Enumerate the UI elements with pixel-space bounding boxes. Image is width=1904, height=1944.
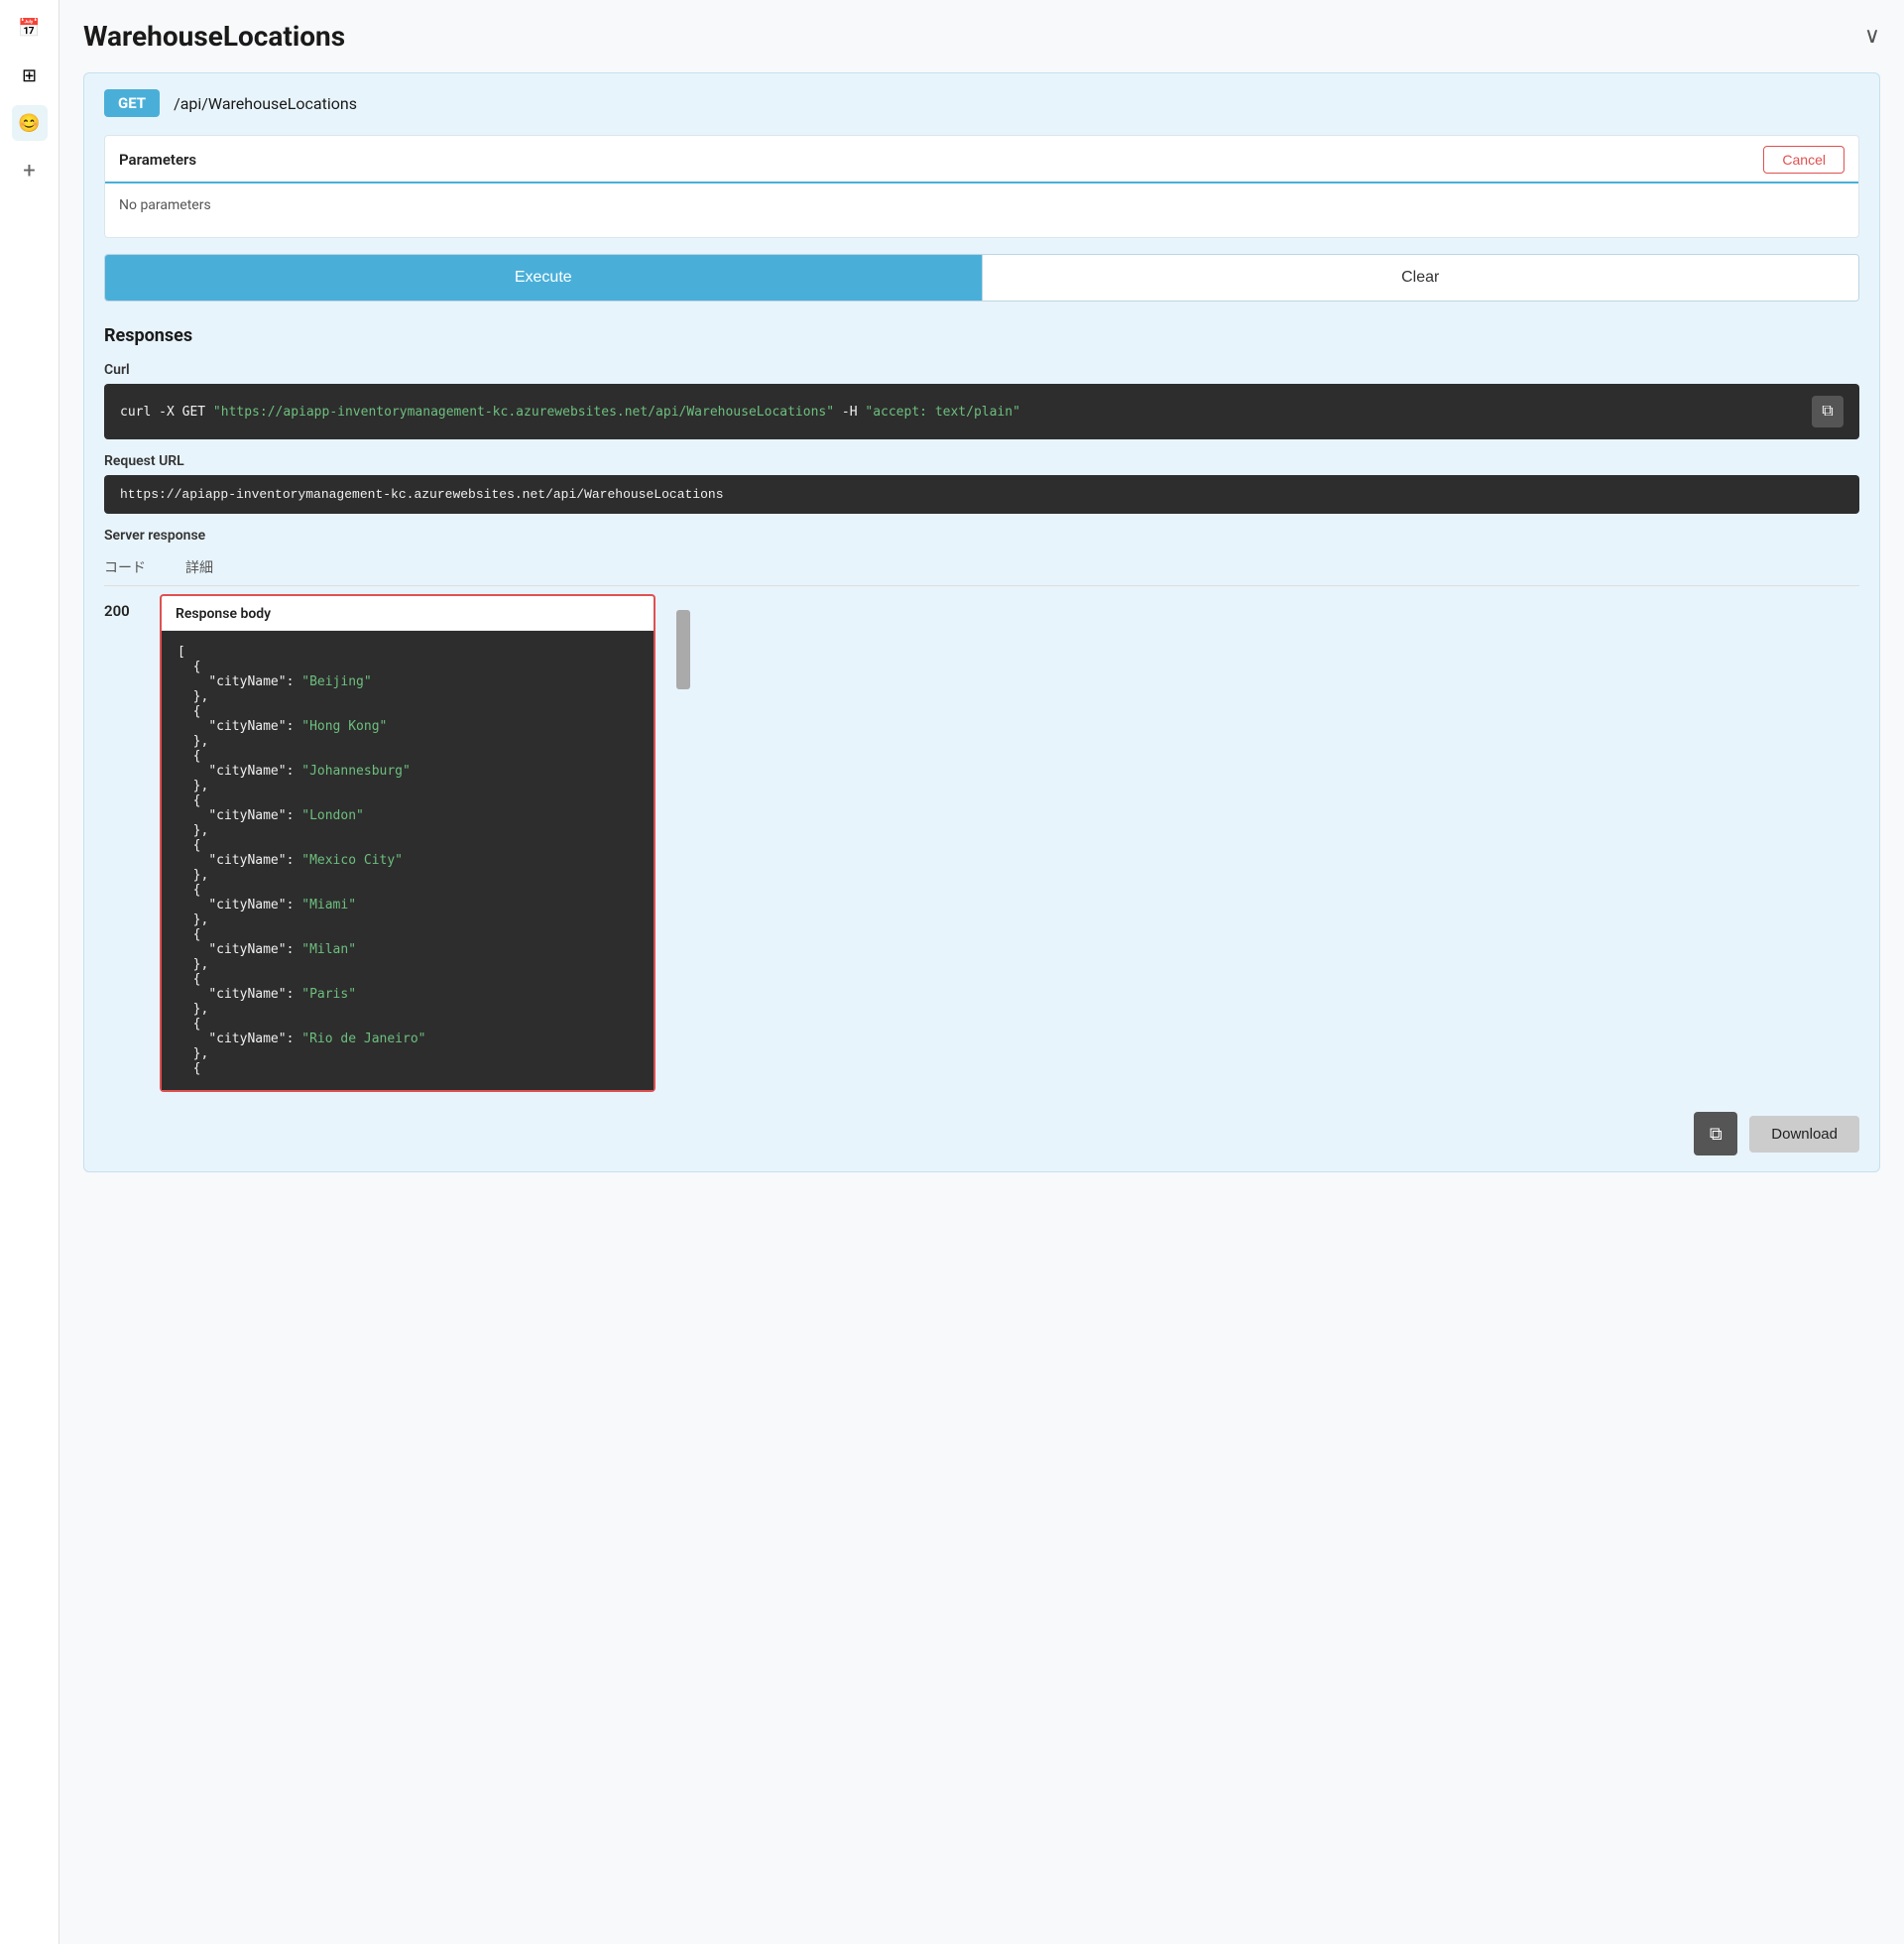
main-content: WarehouseLocations ∨ GET /api/WarehouseL… [60, 0, 1904, 1944]
response-row: 200 Response body [ { "cityName": "Beiji… [104, 594, 1859, 1092]
curl-label: Curl [104, 362, 1859, 378]
curl-block: curl -X GET "https://apiapp-inventoryman… [104, 384, 1859, 439]
response-code: 200 [104, 594, 144, 620]
add-icon[interactable]: + [12, 153, 48, 188]
curl-url: "https://apiapp-inventorymanagement-kc.a… [213, 405, 834, 420]
response-body-code[interactable]: [ { "cityName": "Beijing" }, { "cityName… [162, 631, 654, 1090]
endpoint-row: GET /api/WarehouseLocations [104, 89, 1859, 117]
request-url-text: https://apiapp-inventorymanagement-kc.az… [120, 487, 724, 502]
response-body-panel: Response body [ { "cityName": "Beijing" … [160, 594, 655, 1092]
execute-button[interactable]: Execute [105, 255, 982, 301]
api-panel: GET /api/WarehouseLocations Parameters C… [83, 72, 1880, 1172]
page-header: WarehouseLocations ∨ [83, 20, 1880, 53]
curl-header: "accept: text/plain" [865, 405, 1020, 420]
sidebar-icon-calendar[interactable]: 📅 [12, 10, 48, 46]
endpoint-path: /api/WarehouseLocations [174, 94, 357, 113]
action-row: Execute Clear [104, 254, 1859, 302]
parameters-title: Parameters [119, 151, 196, 169]
request-url-label: Request URL [104, 453, 1859, 469]
response-table-header: コード 詳細 [104, 553, 1859, 586]
col-code-label: コード [104, 557, 146, 577]
sidebar: 📅 ⊞ 😊 + [0, 0, 60, 1944]
download-button[interactable]: Download [1749, 1116, 1859, 1153]
no-parameters-text: No parameters [105, 183, 1858, 227]
curl-copy-button[interactable]: ⧉ [1812, 396, 1844, 427]
copy-icon: ⧉ [1822, 403, 1833, 421]
sidebar-icon-face[interactable]: 😊 [12, 105, 48, 141]
curl-suffix: -H [834, 405, 865, 420]
copy-bottom-icon: ⧉ [1710, 1124, 1723, 1145]
col-detail-label: 詳細 [185, 557, 213, 577]
response-json: [ { "cityName": "Beijing" }, { "cityName… [178, 645, 638, 1076]
face-icon: 😊 [18, 113, 40, 134]
server-response-label: Server response [104, 528, 1859, 544]
cancel-button[interactable]: Cancel [1763, 146, 1844, 174]
parameters-section: Parameters Cancel No parameters [104, 135, 1859, 238]
response-body-title: Response body [162, 596, 654, 631]
page-title: WarehouseLocations [83, 20, 345, 53]
method-badge: GET [104, 89, 160, 117]
request-url-block: https://apiapp-inventorymanagement-kc.az… [104, 475, 1859, 514]
bottom-actions: ⧉ Download [104, 1112, 1859, 1155]
scrollbar-thumb [676, 610, 690, 689]
curl-command: curl -X GET "https://apiapp-inventoryman… [120, 405, 1020, 420]
plus-icon: + [23, 159, 35, 183]
curl-prefix: curl -X GET [120, 405, 213, 420]
copy-bottom-button[interactable]: ⧉ [1694, 1112, 1737, 1155]
chevron-down-icon[interactable]: ∨ [1864, 24, 1880, 49]
responses-title: Responses [104, 325, 1859, 346]
grid-icon: ⊞ [22, 65, 37, 86]
parameters-header: Parameters Cancel [105, 136, 1858, 183]
calendar-icon: 📅 [18, 18, 40, 39]
clear-button[interactable]: Clear [982, 255, 1859, 301]
sidebar-icon-grid[interactable]: ⊞ [12, 58, 48, 93]
